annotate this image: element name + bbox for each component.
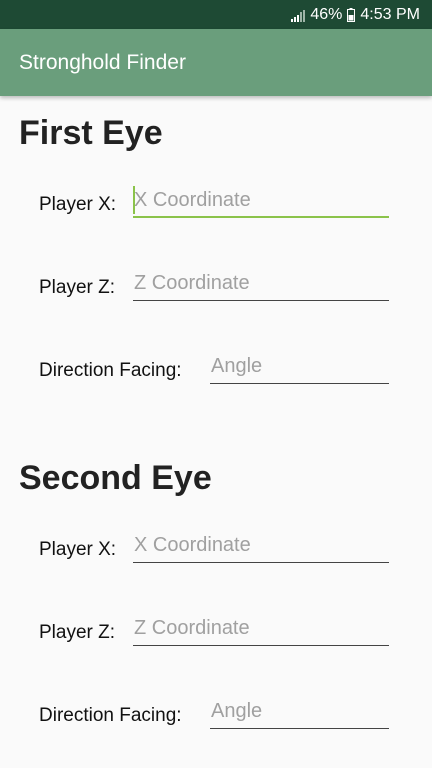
first-eye-x-input[interactable] [133, 184, 389, 216]
player-x-label: Player X: [39, 539, 117, 560]
direction-facing-label: Direction Facing: [39, 705, 182, 726]
first-eye-angle-field[interactable] [210, 350, 389, 384]
section-title-first-eye: First Eye [19, 114, 163, 152]
player-z-label: Player Z: [39, 622, 116, 643]
direction-facing-label: Direction Facing: [39, 360, 182, 381]
app-title: Stronghold Finder [19, 51, 186, 74]
first-eye-x-field[interactable] [133, 184, 389, 218]
second-eye-x-field[interactable] [133, 529, 389, 563]
second-eye-z-input[interactable] [133, 612, 389, 644]
first-eye-z-input[interactable] [133, 267, 389, 299]
signal-icon [291, 9, 306, 22]
battery-percent: 46% [310, 5, 343, 23]
status-bar: 46% 4:53 PM [0, 0, 432, 29]
first-eye-angle-input[interactable] [210, 350, 389, 382]
player-x-label: Player X: [39, 194, 117, 215]
section-title-second-eye: Second Eye [19, 459, 212, 497]
status-time: 4:53 PM [360, 5, 420, 23]
second-eye-z-field[interactable] [133, 612, 389, 646]
text-cursor [133, 186, 135, 214]
app-bar: Stronghold Finder [0, 29, 432, 96]
second-eye-x-input[interactable] [133, 529, 389, 561]
player-z-label: Player Z: [39, 277, 116, 298]
battery-icon [347, 7, 356, 22]
first-eye-z-field[interactable] [133, 267, 389, 301]
second-eye-angle-field[interactable] [210, 695, 389, 729]
second-eye-angle-input[interactable] [210, 695, 389, 727]
status-indicators: 46% 4:53 PM [291, 0, 420, 29]
